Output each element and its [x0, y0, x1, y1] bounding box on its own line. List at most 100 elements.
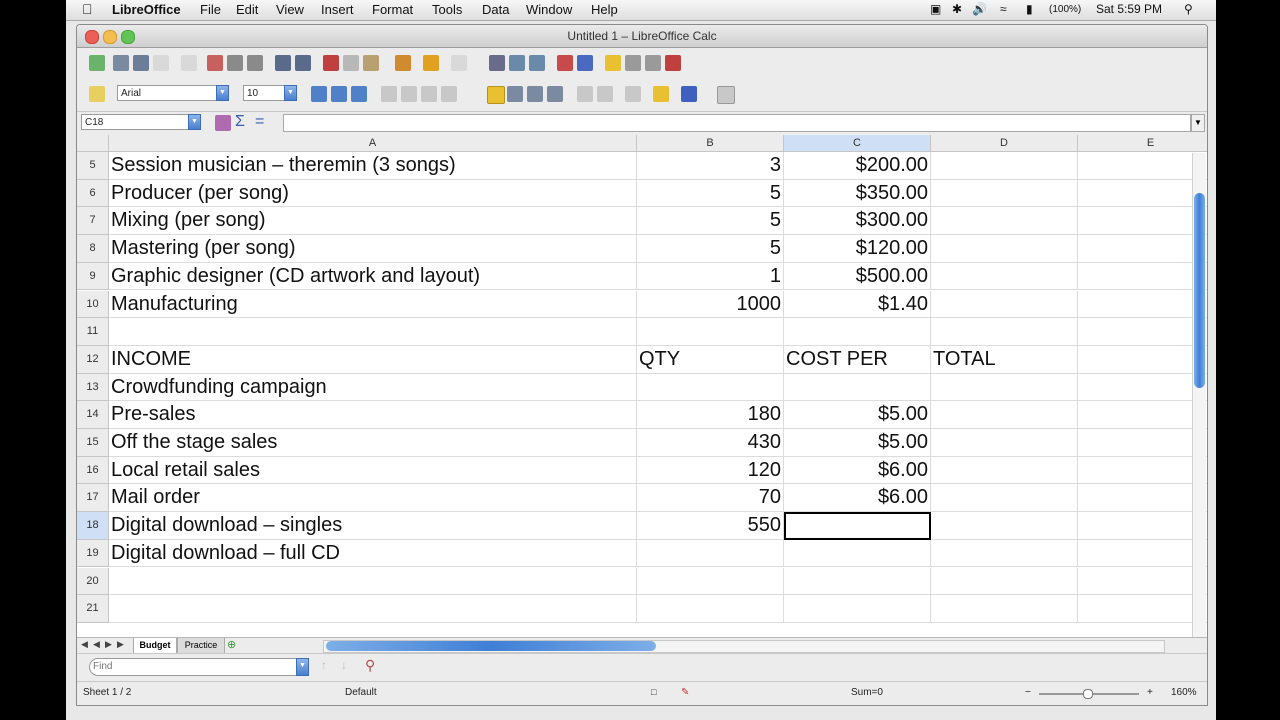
sum-icon[interactable]: Σ [235, 113, 245, 131]
menu-insert[interactable]: Insert [321, 2, 354, 17]
table-cell[interactable] [931, 373, 1078, 402]
spotlight-app-icon[interactable]: ▣ [930, 2, 941, 16]
table-cell[interactable] [1078, 207, 1207, 236]
row-header[interactable]: 19 [77, 539, 109, 568]
percent-format-icon[interactable] [547, 86, 563, 102]
increase-indent-icon[interactable] [597, 86, 613, 102]
selected-cell[interactable] [784, 512, 931, 540]
row-header[interactable]: 12 [77, 345, 109, 374]
find-field[interactable]: ▼ [89, 658, 309, 676]
zoom-out-icon[interactable]: − [1025, 687, 1031, 698]
table-cell[interactable]: $200.00 [784, 152, 931, 180]
table-cell[interactable]: 70 [637, 484, 784, 513]
last-sheet-icon[interactable]: ▶ [117, 639, 124, 650]
email-icon[interactable] [153, 55, 169, 71]
table-cell[interactable] [637, 539, 784, 568]
name-box[interactable]: C18 ▼ [81, 114, 201, 130]
column-header-d[interactable]: D [931, 135, 1078, 152]
chart-icon[interactable] [557, 55, 573, 71]
menu-edit[interactable]: Edit [236, 2, 258, 17]
menu-tools[interactable]: Tools [432, 2, 462, 17]
chevron-down-icon[interactable]: ▼ [188, 114, 201, 130]
table-cell[interactable]: $1.40 [784, 290, 931, 319]
open-icon[interactable] [113, 55, 129, 71]
table-cell[interactable] [931, 290, 1078, 319]
table-cell[interactable] [1078, 263, 1207, 291]
table-cell[interactable]: 430 [637, 429, 784, 457]
row-header[interactable]: 18 [77, 512, 109, 540]
font-color-icon[interactable] [681, 86, 697, 102]
expand-formula-bar-button[interactable]: ▼ [1191, 114, 1205, 132]
zoom-in-icon[interactable]: + [1147, 687, 1153, 698]
print-preview-icon[interactable] [247, 55, 263, 71]
horizontal-scroll-thumb[interactable] [326, 641, 656, 651]
chevron-down-icon[interactable]: ▼ [296, 658, 309, 676]
table-cell[interactable]: 550 [637, 512, 784, 540]
chevron-down-icon[interactable]: ▼ [216, 85, 229, 101]
add-sheet-icon[interactable]: ⊕ [227, 638, 236, 651]
autospell-icon[interactable] [295, 55, 311, 71]
spellcheck-icon[interactable] [275, 55, 291, 71]
row-header[interactable]: 17 [77, 484, 109, 513]
row-header[interactable]: 8 [77, 235, 109, 263]
table-cell[interactable] [637, 318, 784, 346]
background-color-icon[interactable] [653, 86, 669, 102]
gallery-icon[interactable] [665, 55, 681, 71]
show-draw-functions-icon[interactable] [605, 55, 621, 71]
table-cell[interactable]: Mastering (per song) [109, 235, 637, 263]
table-cell[interactable] [1078, 180, 1207, 208]
table-cell[interactable]: Session musician – theremin (3 songs) [109, 152, 637, 180]
table-cell[interactable] [1078, 484, 1207, 513]
select-all-corner[interactable] [77, 135, 109, 152]
column-header-b[interactable]: B [637, 135, 784, 152]
table-cell[interactable]: Mixing (per song) [109, 207, 637, 236]
table-cell[interactable]: Crowdfunding campaign [109, 373, 637, 402]
redo-icon[interactable] [451, 55, 467, 71]
table-cell[interactable]: $300.00 [784, 207, 931, 236]
merge-cells-icon[interactable] [487, 86, 505, 104]
search-icon[interactable]: ⚲ [1184, 2, 1193, 16]
table-cell[interactable]: Graphic designer (CD artwork and layout) [109, 262, 637, 291]
copy-icon[interactable] [343, 55, 359, 71]
table-cell[interactable] [931, 512, 1078, 540]
decrease-indent-icon[interactable] [577, 86, 593, 102]
volume-icon[interactable]: 🔊 [972, 2, 987, 16]
menu-view[interactable]: View [276, 2, 304, 17]
input-line[interactable] [283, 114, 1191, 132]
table-cell[interactable] [931, 318, 1078, 346]
row-header[interactable]: 16 [77, 456, 109, 485]
table-cell[interactable]: Mail order [109, 484, 637, 513]
table-cell[interactable] [784, 595, 931, 623]
menu-data[interactable]: Data [482, 2, 509, 17]
table-cell[interactable] [931, 235, 1078, 263]
menu-file[interactable]: File [200, 2, 221, 17]
table-cell[interactable]: $6.00 [784, 456, 931, 485]
table-cell[interactable] [1078, 401, 1207, 429]
table-cell[interactable]: 3 [637, 152, 784, 180]
menu-window[interactable]: Window [526, 2, 572, 17]
table-cell[interactable]: INCOME [109, 345, 637, 374]
table-cell[interactable]: Local retail sales [109, 456, 637, 485]
table-cell[interactable] [637, 373, 784, 402]
table-cell[interactable]: $500.00 [784, 262, 931, 291]
chevron-down-icon[interactable]: ▼ [284, 85, 297, 101]
table-cell[interactable] [1078, 568, 1207, 596]
table-cell[interactable]: 5 [637, 235, 784, 263]
table-cell[interactable]: $5.00 [784, 429, 931, 457]
bluetooth-icon[interactable]: ✱ [952, 2, 962, 16]
new-document-icon[interactable] [89, 55, 105, 71]
vertical-scroll-thumb[interactable] [1194, 193, 1205, 388]
zoom-slider[interactable] [1039, 689, 1139, 699]
sheet-tab-practice[interactable]: Practice [177, 638, 225, 654]
table-cell[interactable] [1078, 346, 1207, 374]
table-cell[interactable] [931, 152, 1078, 180]
table-cell[interactable] [1078, 540, 1207, 568]
vertical-scrollbar[interactable] [1192, 153, 1206, 637]
table-cell[interactable] [1078, 152, 1207, 180]
table-cell[interactable] [931, 567, 1078, 596]
toggle-grid-icon[interactable] [717, 86, 735, 104]
table-cell[interactable] [784, 567, 931, 596]
find-next-icon[interactable]: ↓ [341, 658, 347, 672]
print-icon[interactable] [227, 55, 243, 71]
table-cell[interactable]: 120 [637, 456, 784, 485]
